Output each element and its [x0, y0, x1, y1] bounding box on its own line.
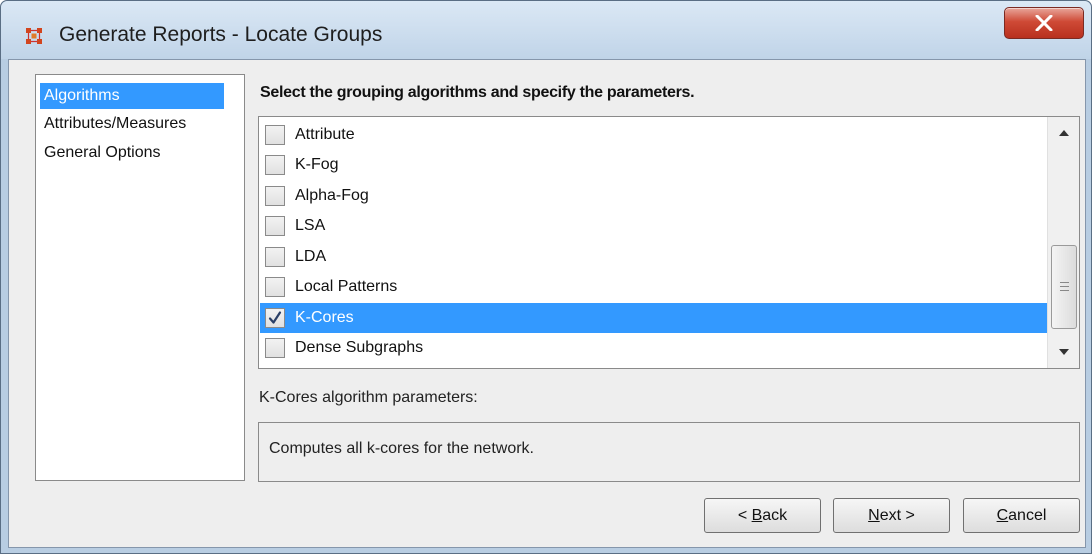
checkbox[interactable] — [265, 338, 285, 358]
list-item-label: LDA — [295, 248, 327, 265]
list-item-lsa[interactable]: LSA — [260, 211, 1047, 241]
list-item-k-cores[interactable]: K-Cores — [260, 303, 1047, 333]
params-description-box: Computes all k-cores for the network. — [258, 422, 1080, 482]
back-button[interactable]: < Back — [704, 498, 821, 533]
section-list: Algorithms Attributes/Measures General O… — [35, 74, 245, 481]
list-item-label: Local Patterns — [295, 278, 398, 295]
checkbox[interactable] — [265, 308, 285, 328]
back-button-mnemonic: B — [751, 507, 763, 524]
scroll-down-arrow-icon[interactable] — [1048, 338, 1079, 366]
back-button-prefix: < — [737, 507, 752, 524]
list-item-local-patterns[interactable]: Local Patterns — [260, 272, 1047, 302]
list-item-label: K-Fog — [295, 156, 339, 173]
list-item-lda[interactable]: LDA — [260, 242, 1047, 272]
vertical-scrollbar[interactable] — [1047, 117, 1079, 368]
nav-item-general-options[interactable]: General Options — [40, 140, 165, 166]
cancel-button[interactable]: Cancel — [963, 498, 1080, 533]
list-item-label: LSA — [295, 217, 326, 234]
checkbox[interactable] — [265, 155, 285, 175]
list-item-k-fog[interactable]: K-Fog — [260, 150, 1047, 180]
window-title: Generate Reports - Locate Groups — [59, 23, 383, 46]
checkbox[interactable] — [265, 125, 285, 145]
instruction-heading: Select the grouping algorithms and speci… — [260, 84, 695, 101]
list-item-dense-subgraphs[interactable]: Dense Subgraphs — [260, 333, 1047, 363]
title-bar[interactable]: Generate Reports - Locate Groups — [1, 1, 1091, 59]
checkbox[interactable] — [265, 277, 285, 297]
cancel-button-rest: ancel — [1008, 507, 1047, 524]
checkmark-icon — [268, 311, 282, 324]
nav-item-attributes-measures[interactable]: Attributes/Measures — [40, 111, 190, 137]
network-app-icon — [25, 27, 43, 45]
list-item-label: Alpha-Fog — [295, 187, 369, 204]
next-button[interactable]: Next > — [833, 498, 950, 533]
nav-item-algorithms[interactable]: Algorithms — [40, 83, 224, 109]
list-item-label: K-Cores — [295, 309, 354, 326]
list-item-label: Dense Subgraphs — [295, 339, 424, 356]
params-label: K-Cores algorithm parameters: — [259, 389, 478, 406]
scroll-up-arrow-icon[interactable] — [1048, 119, 1079, 147]
list-item-alpha-fog[interactable]: Alpha-Fog — [260, 181, 1047, 211]
checkbox[interactable] — [265, 216, 285, 236]
checkbox[interactable] — [265, 247, 285, 267]
next-button-mnemonic: N — [868, 507, 880, 524]
params-description: Computes all k-cores for the network. — [269, 440, 534, 457]
scrollbar-thumb[interactable] — [1051, 245, 1077, 329]
next-button-rest: ext > — [879, 507, 915, 524]
back-button-rest: ack — [762, 507, 788, 524]
dialog-window: Generate Reports - Locate Groups Algorit… — [0, 0, 1092, 554]
list-item-label: Attribute — [295, 126, 355, 143]
list-item-attribute[interactable]: Attribute — [260, 120, 1047, 150]
dialog-content: Algorithms Attributes/Measures General O… — [8, 59, 1086, 548]
checkbox[interactable] — [265, 186, 285, 206]
cancel-button-mnemonic: C — [996, 507, 1009, 524]
close-button[interactable] — [1004, 7, 1084, 39]
close-icon — [1035, 15, 1053, 31]
algorithm-list: Attribute K-Fog Alpha-Fog LSA LDA Local … — [258, 116, 1080, 369]
